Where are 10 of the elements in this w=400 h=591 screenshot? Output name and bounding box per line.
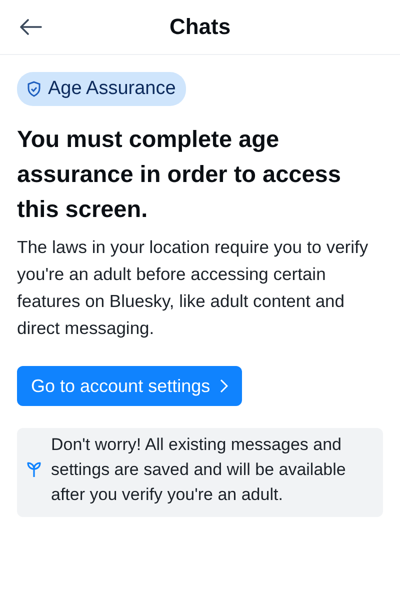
sprout-icon bbox=[27, 462, 41, 478]
account-settings-button[interactable]: Go to account settings bbox=[17, 366, 242, 406]
heading: You must complete age assurance in order to access this screen. bbox=[17, 125, 342, 224]
screen-title: Chats bbox=[169, 14, 231, 40]
shield-check-icon bbox=[27, 81, 41, 97]
badge-label: Age Assurance bbox=[48, 78, 176, 100]
chevron-right-icon bbox=[220, 379, 228, 393]
note-text: Don't worry! All existing messages and settings are saved and will be available after you verify you're an adult. bbox=[51, 434, 347, 506]
back-arrow-icon bbox=[20, 19, 42, 35]
explanation-text: The laws in your location require you to verify you're an adult before accessing certain features on Bluesky, like adult content and direct messaging. bbox=[17, 236, 370, 340]
